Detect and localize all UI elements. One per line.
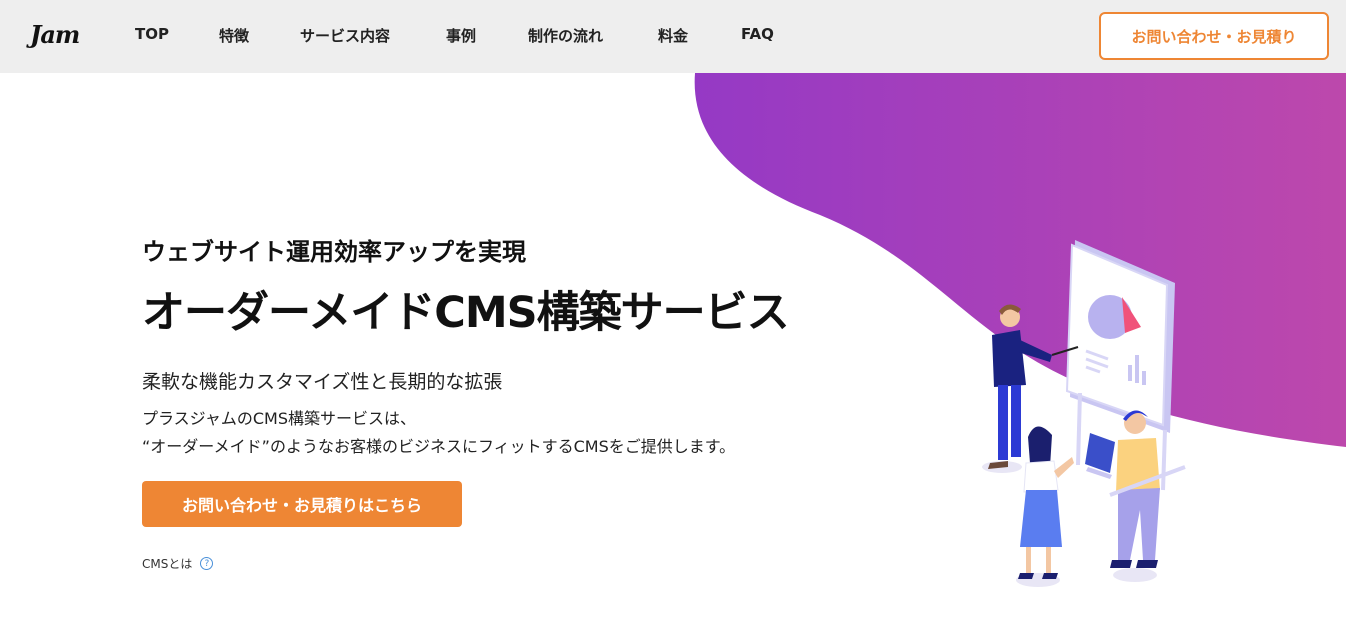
nav-faq[interactable]: FAQ: [741, 25, 774, 43]
site-header: Jam TOP 特徴 サービス内容 事例 制作の流れ 料金 FAQ お問い合わせ…: [0, 0, 1346, 73]
nav-services[interactable]: サービス内容: [300, 25, 390, 46]
floor-shadow-developer: [1113, 568, 1157, 582]
hero-description-line-2: “オーダーメイド”のようなお客様のビジネスにフィットするCMSをご提供します。: [142, 437, 736, 456]
team-presentation-illustration: [982, 240, 1186, 587]
hero-headline: オーダーメイドCMS構築サービス: [142, 288, 790, 338]
nav-flow[interactable]: 制作の流れ: [528, 25, 603, 46]
question-circle-icon[interactable]: ?: [200, 557, 214, 570]
logo-text: Jam: [30, 20, 80, 49]
nav-pricing[interactable]: 料金: [658, 25, 688, 46]
developer-figure: [1085, 410, 1186, 568]
header-contact-label: お問い合わせ・お見積り: [1131, 27, 1297, 46]
nav-cases[interactable]: 事例: [446, 25, 476, 46]
hero-description: プラスジャムのCMS構築サービスは、 “オーダーメイド”のようなお客様のビジネス…: [142, 405, 735, 461]
hero-description-line-1: プラスジャムのCMS構築サービスは、: [142, 409, 417, 428]
hero-subhead: ウェブサイト運用効率アップを実現: [142, 238, 526, 266]
woman-figure: [1018, 426, 1074, 579]
hero-contact-button[interactable]: お問い合わせ・お見積りはこちら: [142, 481, 462, 527]
what-is-cms-label: CMSとは: [142, 557, 193, 571]
hero-tagline: 柔軟な機能カスタマイズ性と長期的な拡張: [142, 371, 503, 393]
header-contact-button[interactable]: お問い合わせ・お見積り: [1099, 12, 1329, 60]
nav-top[interactable]: TOP: [135, 25, 169, 43]
nav-features[interactable]: 特徴: [219, 25, 249, 46]
what-is-cms-link[interactable]: CMSとは ?: [142, 555, 214, 572]
jam-logo[interactable]: Jam: [30, 20, 80, 49]
hero-contact-label: お問い合わせ・お見積りはこちら: [181, 496, 422, 515]
